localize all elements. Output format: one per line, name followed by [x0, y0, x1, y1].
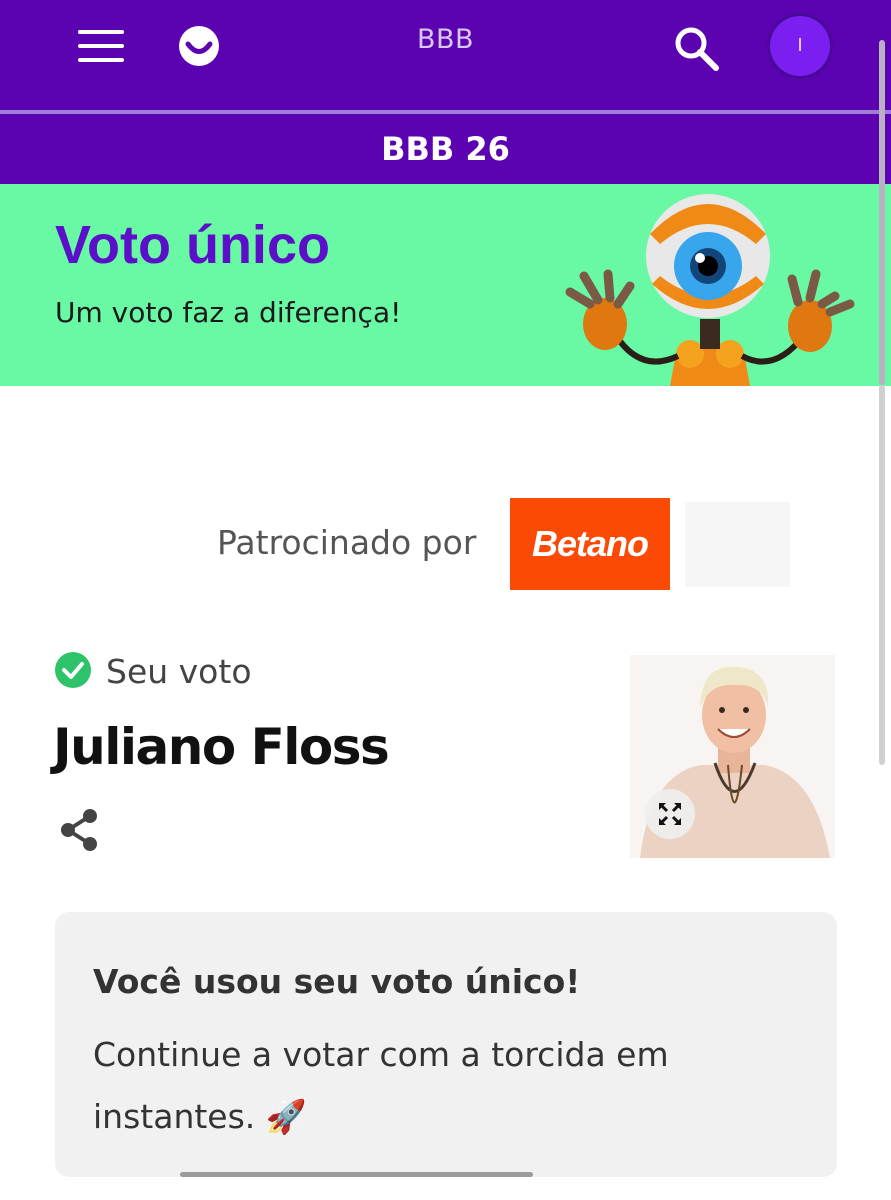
- banner-subtitle: Um voto faz a diferença!: [55, 296, 402, 329]
- vote-banner: Voto único Um voto faz a diferença!: [0, 184, 891, 386]
- app-title: BBB: [416, 24, 475, 55]
- share-icon[interactable]: [58, 808, 100, 852]
- search-icon[interactable]: [672, 24, 720, 72]
- scrollbar-track: [879, 385, 885, 765]
- app-header: BBB I: [0, 0, 891, 110]
- big-eye-mascot-icon: [565, 194, 855, 386]
- watermark-icon: [685, 502, 790, 587]
- vote-status-label: Seu voto: [106, 652, 252, 691]
- scrollbar-thumb[interactable]: [879, 40, 885, 385]
- message-text: Continue a votar com a torcida em instan…: [93, 1035, 669, 1136]
- user-avatar[interactable]: I: [770, 16, 830, 76]
- section-title: BBB 26: [0, 114, 891, 184]
- message-card: Você usou seu voto único! Continue a vot…: [55, 912, 837, 1177]
- banner-title: Voto único: [55, 215, 330, 275]
- candidate-name: Juliano Floss: [53, 718, 390, 776]
- sponsor-label: Patrocinado por: [217, 523, 477, 562]
- check-circle-icon: [55, 652, 91, 688]
- home-indicator: [180, 1172, 533, 1177]
- expand-photo-button[interactable]: [645, 789, 695, 839]
- message-title: Você usou seu voto único!: [93, 962, 581, 1001]
- expand-icon: [658, 802, 682, 826]
- sponsor-logo[interactable]: Betano: [510, 498, 670, 590]
